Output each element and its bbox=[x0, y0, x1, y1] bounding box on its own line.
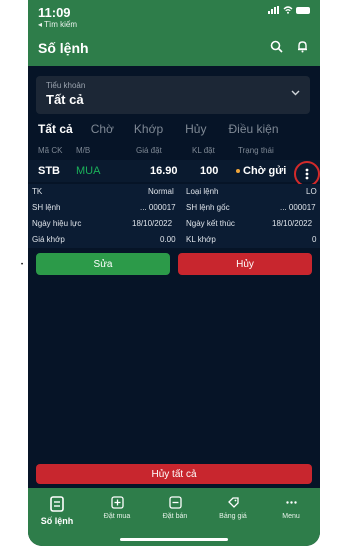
detail-row: Ngày hiệu lực 18/10/2022 Ngày kết thúc 1… bbox=[28, 216, 320, 232]
chevron-down-icon bbox=[291, 88, 300, 99]
tab-pending[interactable]: Chờ bbox=[91, 122, 114, 136]
app-header: 11:09 ◂ Tìm kiếm Số lệnh bbox=[28, 0, 320, 66]
column-price: Giá đặt bbox=[136, 146, 162, 155]
tab-cancelled[interactable]: Hủy bbox=[185, 122, 206, 136]
detail-row: TK Normal Loại lệnh LO bbox=[28, 184, 320, 200]
bottom-nav: Số lệnh Đặt mua Đặt bán Bảng giá Menu bbox=[28, 488, 320, 546]
cancel-all-button[interactable]: Hủy tất cả bbox=[36, 464, 312, 484]
tag-icon bbox=[227, 497, 239, 508]
account-label: Tiểu khoản bbox=[46, 81, 86, 90]
detail-label: Ngày hiệu lực bbox=[32, 219, 82, 228]
status-icons bbox=[268, 6, 310, 14]
detail-label: TK bbox=[32, 187, 43, 196]
tab-matched[interactable]: Khớp bbox=[134, 122, 163, 136]
detail-value: 0.00 bbox=[160, 235, 176, 244]
nav-label: Bảng giá bbox=[219, 513, 247, 520]
bell-icon[interactable] bbox=[294, 38, 310, 54]
status-time: 11:09 bbox=[38, 5, 71, 20]
detail-row: SH lệnh ... 000017 SH lệnh gốc ... 00001… bbox=[28, 200, 320, 216]
column-symbol: Mã CK bbox=[38, 146, 63, 155]
nav-item-price-board[interactable]: Bảng giá bbox=[204, 496, 262, 520]
document-icon bbox=[50, 496, 64, 512]
detail-label: KL khớp bbox=[186, 235, 216, 244]
edit-order-button[interactable]: Sửa bbox=[36, 253, 170, 275]
minus-square-icon bbox=[168, 496, 182, 509]
detail-value: 18/10/2022 bbox=[132, 219, 173, 228]
status-dot-icon bbox=[236, 169, 240, 174]
order-price: 16.90 bbox=[150, 165, 178, 177]
order-details: TK Normal Loại lệnh LO SH lệnh ... 00001… bbox=[28, 184, 320, 248]
detail-value: 18/10/2022 bbox=[272, 219, 313, 228]
order-symbol: STB bbox=[38, 165, 60, 177]
detail-value: LO bbox=[306, 187, 317, 196]
order-status: Chờ gửi bbox=[243, 165, 287, 177]
order-quantity: 100 bbox=[200, 165, 219, 177]
detail-label: SH lệnh gốc bbox=[186, 203, 230, 212]
column-side: M/B bbox=[76, 146, 91, 155]
detail-label: Giá khớp bbox=[32, 235, 65, 244]
detail-label: Ngày kết thúc bbox=[186, 219, 235, 228]
account-selector[interactable]: Tiểu khoản Tất cả bbox=[36, 76, 310, 114]
more-horizontal-icon bbox=[285, 501, 297, 504]
nav-item-orders[interactable]: Số lệnh bbox=[28, 496, 86, 526]
cancel-order-button[interactable]: Hủy bbox=[178, 253, 312, 275]
column-quantity: KL đặt bbox=[192, 146, 215, 155]
detail-value: Normal bbox=[148, 187, 174, 196]
detail-label: Loại lệnh bbox=[186, 187, 219, 196]
nav-item-sell[interactable]: Đặt bán bbox=[146, 496, 204, 520]
page-title: Số lệnh bbox=[38, 40, 89, 56]
home-indicator bbox=[120, 538, 228, 541]
detail-row: Giá khớp 0.00 KL khớp 0 bbox=[28, 232, 320, 248]
nav-label: Menu bbox=[282, 513, 300, 520]
nav-item-buy[interactable]: Đặt mua bbox=[88, 496, 146, 520]
battery-icon bbox=[296, 6, 310, 14]
order-tabs: Tất cả Chờ Khớp Hủy Điều kiện bbox=[28, 118, 320, 140]
signal-icon bbox=[268, 6, 279, 14]
wifi-icon bbox=[283, 6, 293, 14]
detail-value: ... 000017 bbox=[280, 203, 316, 212]
account-value: Tất cả bbox=[46, 92, 84, 107]
order-side: MUA bbox=[76, 165, 101, 177]
nav-item-menu[interactable]: Menu bbox=[262, 496, 320, 520]
tab-conditional[interactable]: Điều kiện bbox=[228, 122, 278, 136]
nav-label: Số lệnh bbox=[40, 516, 74, 526]
phone-screen: 11:09 ◂ Tìm kiếm Số lệnh Tiểu khoản Tất … bbox=[28, 0, 320, 546]
side-marker: • bbox=[21, 262, 24, 268]
order-table-header: Mã CK M/B Giá đặt KL đặt Trạng thái bbox=[28, 144, 320, 156]
plus-square-icon bbox=[110, 496, 124, 509]
nav-label: Đặt bán bbox=[162, 513, 188, 520]
detail-label: SH lệnh bbox=[32, 203, 61, 212]
nav-label: Đặt mua bbox=[103, 513, 131, 520]
column-status: Trạng thái bbox=[238, 146, 274, 155]
tab-all[interactable]: Tất cả bbox=[38, 122, 73, 136]
table-row[interactable]: STB MUA 16.90 100 Chờ gửi bbox=[28, 160, 320, 182]
detail-value: 0 bbox=[312, 235, 317, 244]
detail-value: ... 000017 bbox=[140, 203, 176, 212]
back-to-search-link[interactable]: ◂ Tìm kiếm bbox=[38, 20, 77, 29]
search-icon[interactable] bbox=[268, 38, 284, 54]
